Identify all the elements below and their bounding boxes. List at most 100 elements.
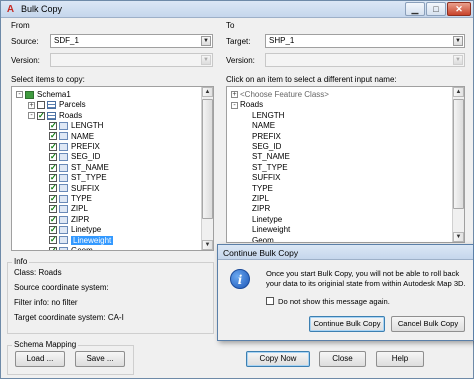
tree-row[interactable]: ✓ Lineweight — [49, 235, 114, 246]
tree-item-checkbox[interactable]: ✓ — [49, 236, 57, 245]
tree-row[interactable]: ✓ ST_NAME — [49, 163, 109, 173]
save-button[interactable]: Save ... — [75, 351, 125, 367]
tree-item-checkbox[interactable]: ✓ — [49, 174, 57, 183]
scroll-up-icon[interactable]: ▲ — [202, 87, 213, 97]
tree-item-label: NAME — [71, 131, 95, 141]
tree-row[interactable]: ST_TYPE — [252, 163, 288, 173]
scroll-down-icon[interactable]: ▼ — [453, 232, 464, 242]
tree-item-checkbox[interactable]: ✓ — [49, 205, 57, 214]
tree-row[interactable]: ✓ TYPE — [49, 194, 92, 204]
title-bar[interactable]: A Bulk Copy ▁ □ ✕ — [1, 1, 473, 18]
tree-row[interactable]: ✓ LENGTH — [49, 121, 103, 131]
chevron-down-icon[interactable]: ▼ — [201, 55, 211, 65]
tree-item-checkbox[interactable] — [37, 101, 45, 110]
tree-row[interactable]: ✓ SUFFIX — [49, 184, 99, 194]
scroll-down-icon[interactable]: ▼ — [202, 240, 213, 250]
tree-row[interactable]: ✓ NAME — [49, 132, 94, 142]
tree-item-checkbox[interactable]: ✓ — [49, 215, 57, 224]
info-class: Class: Roads — [14, 268, 62, 277]
tree-row[interactable]: NAME — [252, 121, 275, 131]
field-icon — [59, 226, 68, 235]
tree-item-label: Linetype — [71, 225, 102, 235]
tree-row[interactable]: + Parcels — [28, 100, 86, 110]
tree-row[interactable]: LENGTH — [252, 111, 284, 121]
tree-item-label: SEG_ID — [252, 142, 282, 151]
target-version-combo[interactable]: ▼ — [265, 53, 465, 67]
tree-row[interactable]: ✓ SEG_ID — [49, 152, 100, 162]
source-combo[interactable]: SDF_1 ▼ — [50, 34, 213, 48]
minimize-button[interactable]: ▁ — [405, 2, 425, 16]
target-tree[interactable]: + <Choose Feature Class> - Roads LENGTH NAME P… — [226, 86, 465, 243]
collapse-icon[interactable]: - — [231, 101, 238, 109]
table-icon — [47, 111, 56, 120]
tree-row[interactable]: TYPE — [252, 184, 273, 194]
tree-item-checkbox[interactable]: ✓ — [49, 184, 57, 193]
tree-item-checkbox[interactable]: ✓ — [49, 226, 57, 235]
chevron-down-icon[interactable]: ▼ — [453, 36, 463, 46]
tree-item-checkbox[interactable]: ✓ — [49, 132, 57, 141]
expand-icon[interactable]: + — [28, 101, 35, 109]
scroll-thumb[interactable] — [453, 99, 464, 209]
tree-row[interactable]: ✓ ZIPL — [49, 204, 88, 214]
tree-item-checkbox[interactable]: ✓ — [49, 163, 57, 172]
source-tree-scrollbar[interactable]: ▲ ▼ — [201, 87, 213, 250]
continue-bulk-copy-button[interactable]: Continue Bulk Copy — [309, 316, 385, 332]
select-items-label: Select items to copy: — [11, 75, 85, 84]
scroll-thumb[interactable] — [202, 99, 213, 219]
tree-row[interactable]: - Roads — [231, 100, 263, 110]
tree-row[interactable]: PREFIX — [252, 132, 281, 142]
dialog-title-bar[interactable]: Continue Bulk Copy — [218, 245, 473, 260]
tree-item-label: SUFFIX — [71, 183, 100, 193]
source-tree[interactable]: - Schema1 + Parcels - ✓ Roads ✓ LENGTH ✓ NAME ✓ PREF… — [11, 86, 214, 251]
tree-row[interactable]: Linetype — [252, 215, 282, 225]
tree-row[interactable]: Lineweight — [252, 225, 290, 235]
cancel-bulk-copy-button[interactable]: Cancel Bulk Copy — [391, 316, 465, 332]
tree-item-label: Roads — [59, 110, 83, 120]
copy-now-button[interactable]: Copy Now — [246, 351, 310, 367]
help-button[interactable]: Help — [376, 351, 424, 367]
tree-row[interactable]: ✓ ST_TYPE — [49, 173, 107, 183]
field-icon — [59, 153, 68, 162]
tree-row[interactable]: ✓ PREFIX — [49, 142, 100, 152]
tree-row[interactable]: ✓ Geom — [49, 246, 93, 251]
schema-mapping-heading: Schema Mapping — [12, 340, 79, 349]
tree-row[interactable]: SUFFIX — [252, 173, 280, 183]
load-button[interactable]: Load ... — [15, 351, 65, 367]
tree-row[interactable]: ZIPL — [252, 194, 269, 204]
tree-item-checkbox[interactable]: ✓ — [37, 111, 45, 120]
target-combo[interactable]: SHP_1 ▼ — [265, 34, 465, 48]
target-value: SHP_1 — [269, 36, 295, 45]
tree-item-label: Geom — [71, 246, 93, 251]
tree-item-checkbox[interactable]: ✓ — [49, 153, 57, 162]
tree-row[interactable]: ZIPR — [252, 204, 270, 214]
expand-icon[interactable]: + — [231, 91, 238, 99]
tree-row[interactable]: - Schema1 — [16, 90, 71, 100]
scroll-up-icon[interactable]: ▲ — [453, 87, 464, 97]
source-version-combo[interactable]: ▼ — [50, 53, 213, 67]
field-icon — [59, 194, 68, 203]
tree-row[interactable]: ✓ ZIPR — [49, 215, 89, 225]
collapse-icon[interactable]: - — [28, 112, 35, 120]
chevron-down-icon[interactable]: ▼ — [453, 55, 463, 65]
tree-row[interactable]: + <Choose Feature Class> — [231, 90, 329, 100]
tree-row[interactable]: SEG_ID — [252, 142, 281, 152]
tree-row[interactable]: - ✓ Roads — [28, 111, 82, 121]
tree-row[interactable]: ✓ Linetype — [49, 225, 101, 235]
tree-item-checkbox[interactable]: ✓ — [49, 246, 57, 250]
table-icon — [47, 101, 56, 110]
tree-item-checkbox[interactable]: ✓ — [49, 194, 57, 203]
maximize-button[interactable]: □ — [426, 2, 446, 16]
close-button[interactable]: Close — [319, 351, 366, 367]
from-heading: From — [11, 21, 30, 30]
tree-item-label: <Choose Feature Class> — [240, 90, 329, 99]
target-version-label: Version: — [226, 56, 255, 65]
tree-row[interactable]: Geom — [252, 236, 274, 242]
collapse-icon[interactable]: - — [16, 91, 23, 99]
tree-item-checkbox[interactable]: ✓ — [49, 142, 57, 151]
target-tree-scrollbar[interactable]: ▲ ▼ — [452, 87, 464, 242]
tree-item-checkbox[interactable]: ✓ — [49, 122, 57, 131]
tree-row[interactable]: ST_NAME — [252, 152, 290, 162]
dont-show-checkbox[interactable] — [266, 297, 274, 305]
chevron-down-icon[interactable]: ▼ — [201, 36, 211, 46]
close-window-button[interactable]: ✕ — [447, 2, 471, 16]
